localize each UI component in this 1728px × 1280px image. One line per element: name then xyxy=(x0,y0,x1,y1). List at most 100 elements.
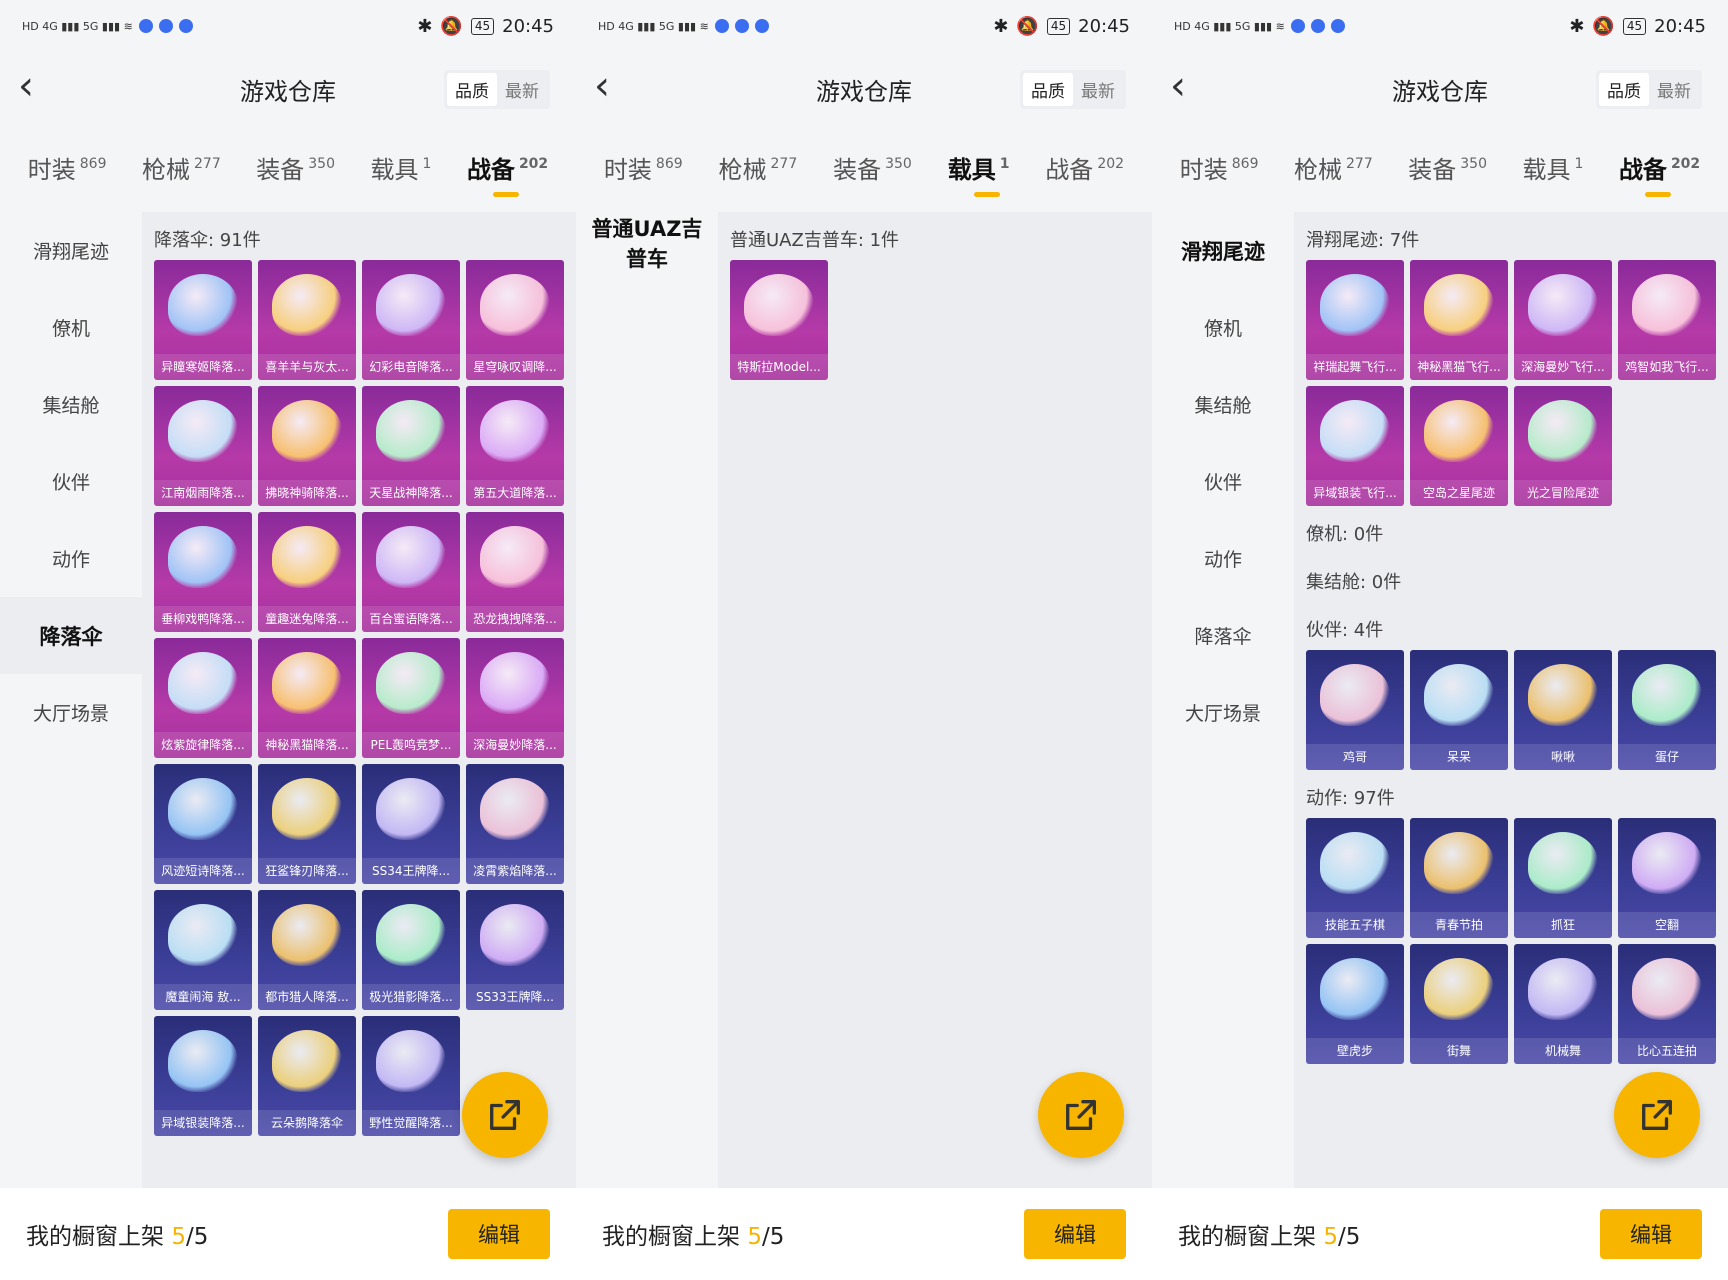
sidebar-item-glide-trail[interactable]: 滑翔尾迹 xyxy=(1152,212,1294,289)
item-card[interactable]: 第五大道降落... xyxy=(466,386,564,506)
tab-fashion[interactable]: 时装 869 xyxy=(604,150,683,200)
item-card[interactable]: 神秘黑猫飞行... xyxy=(1410,260,1508,380)
tab-guns[interactable]: 枪械 277 xyxy=(142,150,221,200)
sidebar-item-emote[interactable]: 动作 xyxy=(0,520,142,597)
item-card[interactable]: 抓狂 xyxy=(1514,818,1612,938)
sidebar-item-parachute[interactable]: 降落伞 xyxy=(1152,597,1294,674)
item-card[interactable]: 异域银装降落... xyxy=(154,1016,252,1136)
sidebar-item-companion[interactable]: 伙伴 xyxy=(0,443,142,520)
item-card[interactable]: 神秘黑猫降落... xyxy=(258,638,356,758)
sidebar-item-pod[interactable]: 集结舱 xyxy=(0,366,142,443)
item-card[interactable]: 星穹咏叹调降... xyxy=(466,260,564,380)
tab-vehicles[interactable]: 载具 1 xyxy=(948,150,1009,200)
item-card[interactable]: 恐龙拽拽降落... xyxy=(466,512,564,632)
share-button[interactable] xyxy=(462,1072,548,1158)
sidebar-item-uaz[interactable]: 普通UAZ吉普车 xyxy=(576,212,718,276)
sidebar-item-wingman[interactable]: 僚机 xyxy=(1152,289,1294,366)
sort-newest-button[interactable]: 最新 xyxy=(1073,73,1123,106)
item-card[interactable]: 鸡哥 xyxy=(1306,650,1404,770)
item-card[interactable]: 野性觉醒降落... xyxy=(362,1016,460,1136)
tab-gear[interactable]: 战备 202 xyxy=(467,150,548,200)
item-card[interactable]: 凌霄紫焰降落... xyxy=(466,764,564,884)
edit-button[interactable]: 编辑 xyxy=(1600,1209,1702,1259)
item-card[interactable]: 深海曼妙飞行... xyxy=(1514,260,1612,380)
item-name: SS33王牌降... xyxy=(466,984,564,1010)
item-card[interactable]: 幻彩电音降落... xyxy=(362,260,460,380)
item-name: 比心五连拍 xyxy=(1618,1038,1716,1064)
item-card[interactable]: 蛋仔 xyxy=(1618,650,1716,770)
tab-equipment[interactable]: 装备 350 xyxy=(256,150,335,200)
item-card[interactable]: 祥瑞起舞飞行... xyxy=(1306,260,1404,380)
tab-equipment[interactable]: 装备 350 xyxy=(833,150,912,200)
share-icon xyxy=(490,1100,520,1130)
sort-newest-button[interactable]: 最新 xyxy=(1649,73,1699,106)
sidebar-item-lobby[interactable]: 大厅场景 xyxy=(0,674,142,751)
item-card[interactable]: 青春节拍 xyxy=(1410,818,1508,938)
sidebar-item-glide-trail[interactable]: 滑翔尾迹 xyxy=(0,212,142,289)
item-card[interactable]: 百合蜜语降落... xyxy=(362,512,460,632)
item-card[interactable]: 空岛之星尾迹 xyxy=(1410,386,1508,506)
item-thumbnail xyxy=(1424,958,1494,1020)
edit-button[interactable]: 编辑 xyxy=(448,1209,550,1259)
item-card[interactable]: 深海曼妙降落... xyxy=(466,638,564,758)
item-card[interactable]: 拂晓神骑降落... xyxy=(258,386,356,506)
item-card[interactable]: 魔童闹海 敖... xyxy=(154,890,252,1010)
share-button[interactable] xyxy=(1614,1072,1700,1158)
item-card[interactable]: 啾啾 xyxy=(1514,650,1612,770)
item-card[interactable]: PEL轰鸣竞梦... xyxy=(362,638,460,758)
item-card[interactable]: 机械舞 xyxy=(1514,944,1612,1064)
item-card[interactable]: 鸡智如我飞行... xyxy=(1618,260,1716,380)
item-card[interactable]: 街舞 xyxy=(1410,944,1508,1064)
item-card[interactable]: SS33王牌降... xyxy=(466,890,564,1010)
item-thumbnail xyxy=(1528,832,1598,894)
item-name: 异域银装飞行... xyxy=(1306,480,1404,506)
item-card[interactable]: 异域银装飞行... xyxy=(1306,386,1404,506)
item-card[interactable]: 呆呆 xyxy=(1410,650,1508,770)
tab-gear[interactable]: 战备 202 xyxy=(1619,150,1700,200)
item-card[interactable]: 技能五子棋 xyxy=(1306,818,1404,938)
item-card[interactable]: 喜羊羊与灰太... xyxy=(258,260,356,380)
item-card[interactable]: 天星战神降落... xyxy=(362,386,460,506)
sidebar-item-wingman[interactable]: 僚机 xyxy=(0,289,142,366)
item-card[interactable]: 光之冒险尾迹 xyxy=(1514,386,1612,506)
item-card[interactable]: 空翻 xyxy=(1618,818,1716,938)
tab-vehicles[interactable]: 载具 1 xyxy=(371,150,432,200)
item-card[interactable]: 比心五连拍 xyxy=(1618,944,1716,1064)
item-card[interactable]: 炫紫旋律降落... xyxy=(154,638,252,758)
tab-fashion[interactable]: 时装 869 xyxy=(1180,150,1259,200)
tab-fashion[interactable]: 时装 869 xyxy=(28,150,107,200)
item-name: 垂柳戏鸭降落... xyxy=(154,606,252,632)
item-card[interactable]: 垂柳戏鸭降落... xyxy=(154,512,252,632)
sort-quality-button[interactable]: 品质 xyxy=(1023,73,1073,106)
sidebar-item-pod[interactable]: 集结舱 xyxy=(1152,366,1294,443)
item-card[interactable]: 风迹短诗降落... xyxy=(154,764,252,884)
sidebar-item-parachute[interactable]: 降落伞 xyxy=(0,597,142,674)
item-card[interactable]: 云朵鹅降落伞 xyxy=(258,1016,356,1136)
item-card[interactable]: SS34王牌降... xyxy=(362,764,460,884)
tab-guns[interactable]: 枪械 277 xyxy=(1294,150,1373,200)
sidebar-item-lobby[interactable]: 大厅场景 xyxy=(1152,674,1294,751)
sidebar-item-emote[interactable]: 动作 xyxy=(1152,520,1294,597)
sort-quality-button[interactable]: 品质 xyxy=(447,73,497,106)
item-card[interactable]: 童趣迷兔降落... xyxy=(258,512,356,632)
panel-vehicles: HD 4G ▮▮▮ 5G ▮▮▮ ≋ ✱ 🔕 45 20:45 ‹ 游戏仓库 品质 最… xyxy=(576,0,1152,1280)
item-card[interactable]: 都市猎人降落... xyxy=(258,890,356,1010)
item-card[interactable]: 壁虎步 xyxy=(1306,944,1404,1064)
item-card[interactable]: 江南烟雨降落... xyxy=(154,386,252,506)
item-card[interactable]: 特斯拉Model... xyxy=(730,260,828,380)
sort-quality-button[interactable]: 品质 xyxy=(1599,73,1649,106)
item-name: SS34王牌降... xyxy=(362,858,460,884)
tab-equipment[interactable]: 装备 350 xyxy=(1408,150,1487,200)
share-button[interactable] xyxy=(1038,1072,1124,1158)
item-card[interactable]: 异瞳寒姬降落... xyxy=(154,260,252,380)
tab-gear[interactable]: 战备 202 xyxy=(1045,150,1124,200)
item-card[interactable]: 狂鲨锋刃降落... xyxy=(258,764,356,884)
item-card[interactable]: 极光猎影降落... xyxy=(362,890,460,1010)
tab-guns[interactable]: 枪械 277 xyxy=(719,150,798,200)
battery-icon: 45 xyxy=(470,17,495,35)
edit-button[interactable]: 编辑 xyxy=(1024,1209,1126,1259)
sidebar-item-companion[interactable]: 伙伴 xyxy=(1152,443,1294,520)
sidebar: 普通UAZ吉普车 xyxy=(576,212,718,1280)
sort-newest-button[interactable]: 最新 xyxy=(497,73,547,106)
tab-vehicles[interactable]: 载具 1 xyxy=(1523,150,1584,200)
